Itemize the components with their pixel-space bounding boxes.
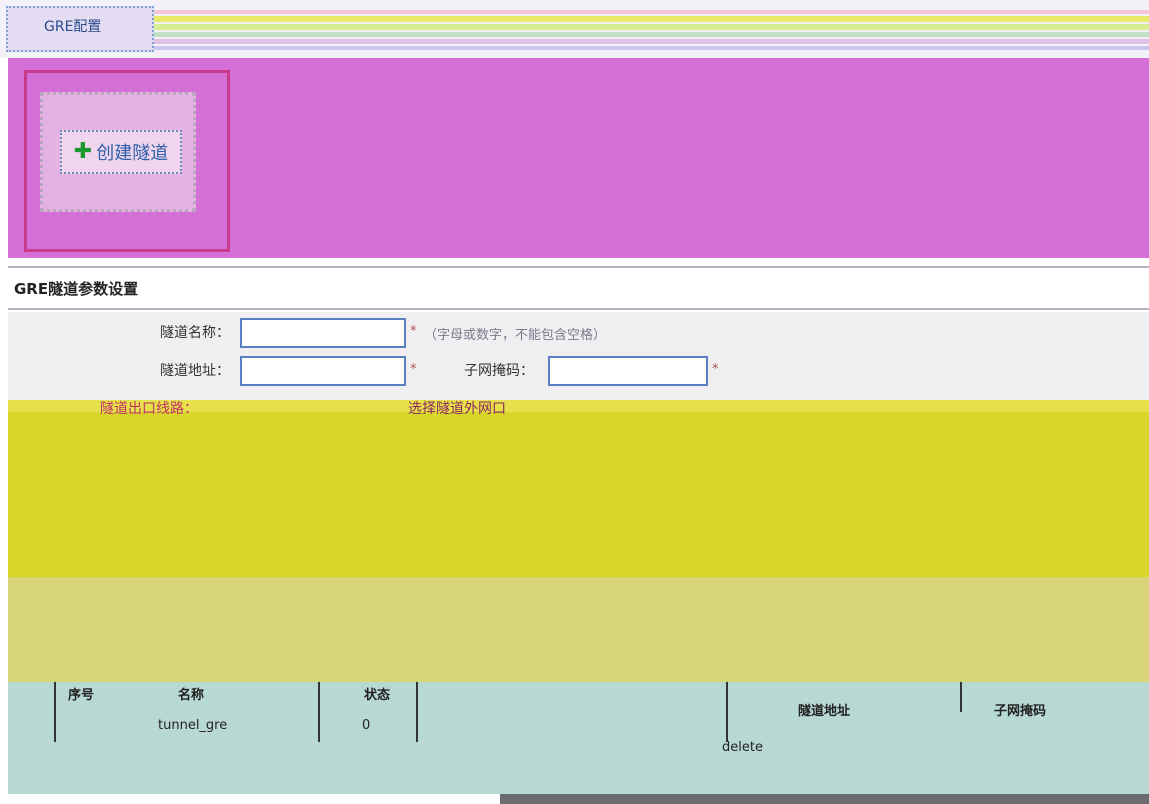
delete-link[interactable]: delete bbox=[722, 740, 763, 755]
column-divider bbox=[416, 682, 418, 742]
horizontal-scrollbar[interactable] bbox=[500, 794, 1149, 804]
section-header: GRE隧道参数设置 bbox=[8, 266, 1149, 310]
table-header: 状态 bbox=[364, 688, 391, 703]
tunnel-address-label: 隧道地址： bbox=[160, 363, 230, 379]
tunnel-name-input[interactable] bbox=[240, 318, 406, 348]
select-exit-link[interactable]: 选择隧道外网口 bbox=[408, 398, 506, 418]
column-divider bbox=[318, 682, 320, 742]
table-cell-name: tunnel_gre bbox=[158, 718, 228, 733]
subnet-mask-label: 子网掩码： bbox=[464, 363, 534, 379]
table-header: 隧道地址 bbox=[798, 704, 851, 719]
column-divider bbox=[960, 682, 962, 712]
tab-label: GRE配置 bbox=[44, 19, 102, 35]
table-header: 序号 bbox=[68, 688, 95, 703]
tunnel-form: 隧道名称： * （字母或数字，不能包含空格） 隧道地址： * 子网掩码： * bbox=[8, 312, 1149, 412]
table-header: 子网掩码 bbox=[994, 704, 1047, 719]
subnet-mask-input[interactable] bbox=[548, 356, 708, 386]
tab-gre-config[interactable]: GRE配置 bbox=[6, 6, 154, 52]
table-cell-status: 0 bbox=[362, 718, 371, 733]
tunnel-name-label: 隧道名称： bbox=[160, 325, 230, 341]
required-mark: * bbox=[712, 362, 719, 377]
create-tunnel-label: 创建隧道 bbox=[96, 143, 169, 164]
required-mark: * bbox=[410, 362, 417, 377]
section-title: GRE隧道参数设置 bbox=[14, 280, 139, 298]
column-divider bbox=[726, 682, 728, 742]
tunnel-name-hint: （字母或数字，不能包含空格） bbox=[424, 328, 607, 343]
create-tunnel-button[interactable]: ✚ 创建隧道 bbox=[60, 130, 182, 174]
plus-icon: ✚ bbox=[73, 139, 93, 164]
exit-line-label: 隧道出口线路： bbox=[100, 401, 198, 417]
tab-strip bbox=[0, 0, 1149, 58]
required-mark: * bbox=[410, 324, 417, 339]
tunnel-table: 序号 名称 状态 隧道地址 子网掩码 tunnel_gre 0 delete bbox=[8, 682, 1149, 794]
yellow-lower-band bbox=[8, 577, 1149, 682]
yellow-band bbox=[8, 412, 1149, 577]
table-header: 名称 bbox=[178, 688, 205, 703]
tunnel-address-input[interactable] bbox=[240, 356, 406, 386]
column-divider bbox=[54, 682, 56, 742]
